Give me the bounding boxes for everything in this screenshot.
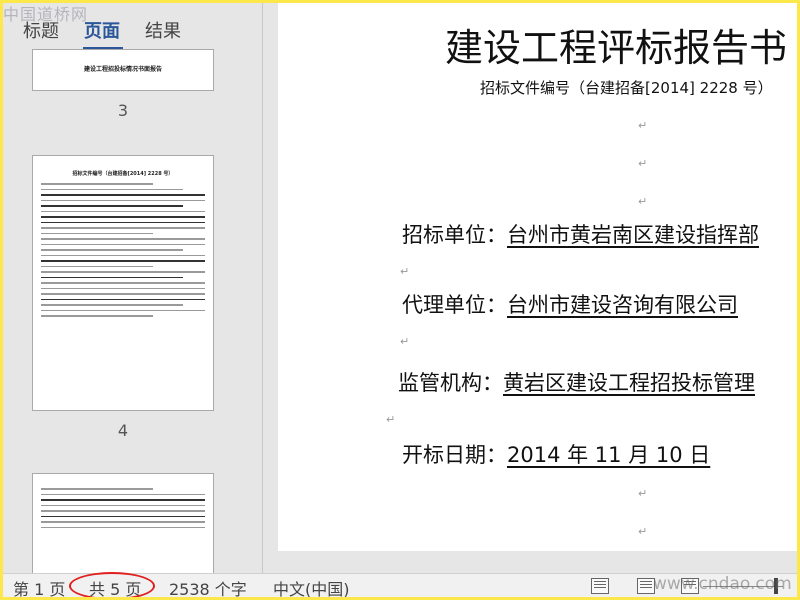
- nav-tabs: 标题 页面 结果: [3, 3, 262, 50]
- highlight-circle: [69, 572, 155, 597]
- paragraph-mark: ↵: [638, 157, 648, 170]
- read-mode-icon[interactable]: [591, 578, 609, 594]
- field-agency: 代理单位：台州市建设咨询有限公司: [402, 289, 738, 319]
- thumbnail-title: 建设工程招投标情况书面报告: [83, 66, 162, 73]
- page-thumbnail-3[interactable]: 建设工程招投标情况书面报告: [32, 49, 214, 91]
- status-bar: 第 1 页 共 5 页 2538 个字 中文(中国) www.cndao.com: [3, 572, 797, 597]
- document-area: 建设工程评标报告书 招标文件编号（台建招备[2014] 2228 号） ↵ ↵ …: [264, 3, 797, 573]
- paragraph-mark: ↵: [638, 487, 648, 500]
- page-thumbnail-5[interactable]: [32, 473, 214, 573]
- navigation-pane: 中国道桥网 标题 页面 结果 建设工程招投标情况书面报告 3 招标文件编号（台建…: [3, 3, 263, 573]
- field-value: 台州市建设咨询有限公司: [507, 293, 738, 317]
- status-word-count[interactable]: 2538 个字: [169, 576, 247, 597]
- field-label: 招标单位：: [402, 223, 507, 247]
- nav-scrollbar[interactable]: [251, 3, 262, 573]
- field-value: 黄岩区建设工程招投标管理: [503, 371, 755, 395]
- tab-pages[interactable]: 页面: [84, 17, 120, 43]
- paragraph-mark: ↵: [400, 265, 410, 278]
- document-title: 建设工程评标报告书: [445, 26, 788, 70]
- field-value: 台州市黄岩南区建设指挥部: [507, 223, 759, 247]
- paragraph-mark: ↵: [638, 525, 648, 538]
- field-opening-date: 开标日期：2014 年 11 月 10 日: [402, 439, 710, 469]
- field-value: 2014 年 11 月 10 日: [507, 443, 711, 467]
- page-thumbnail-4[interactable]: 招标文件编号（台建招备[2014] 2228 号）: [32, 155, 214, 411]
- document-subtitle: 招标文件编号（台建招备[2014] 2228 号）: [480, 79, 773, 97]
- paragraph-mark: ↵: [638, 119, 648, 132]
- status-page[interactable]: 第 1 页: [13, 576, 65, 597]
- thumbnail-title: 招标文件编号（台建招备[2014] 2228 号）: [72, 171, 174, 177]
- paragraph-mark: ↵: [638, 195, 648, 208]
- thumbnail-page-number: 4: [117, 421, 129, 440]
- tab-headings[interactable]: 标题: [23, 17, 59, 43]
- paragraph-mark: ↵: [400, 335, 410, 348]
- status-language[interactable]: 中文(中国): [273, 576, 350, 597]
- thumbnail-page-number: 3: [117, 101, 129, 120]
- field-supervisor: 监管机构：黄岩区建设工程招投标管理: [398, 367, 755, 397]
- document-page[interactable]: 建设工程评标报告书 招标文件编号（台建招备[2014] 2228 号） ↵ ↵ …: [278, 3, 797, 551]
- field-bidding-unit: 招标单位：台州市黄岩南区建设指挥部: [402, 219, 759, 249]
- field-label: 监管机构：: [398, 371, 503, 395]
- paragraph-mark: ↵: [386, 413, 396, 426]
- field-label: 代理单位：: [402, 293, 507, 317]
- tab-results[interactable]: 结果: [145, 17, 181, 43]
- field-label: 开标日期：: [402, 443, 507, 467]
- watermark-url: www.cndao.com: [653, 574, 792, 594]
- word-window: 中国道桥网 标题 页面 结果 建设工程招投标情况书面报告 3 招标文件编号（台建…: [3, 3, 797, 597]
